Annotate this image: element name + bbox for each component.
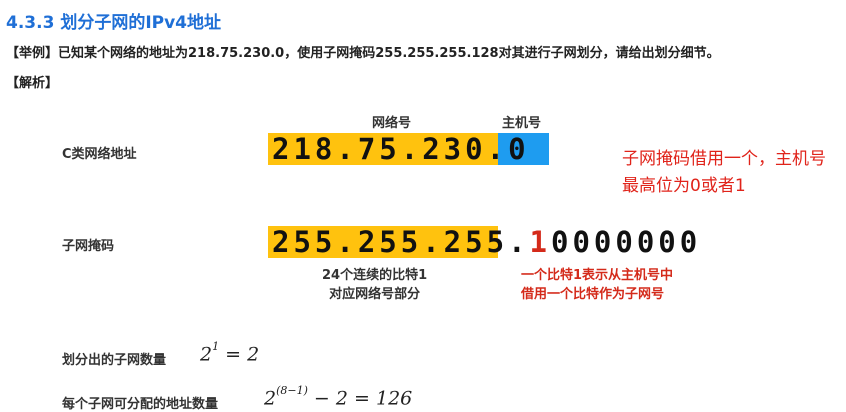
mask-dot: .: [508, 225, 530, 259]
network-bits-note: 24个连续的比特1 对应网络号部分: [322, 266, 427, 304]
subnet-mask-value: 255.255.255.10000000: [272, 225, 701, 259]
hosts-per-subnet-label: 每个子网可分配的地址数量: [62, 397, 219, 412]
subnet-count-formula: 21 = 2: [200, 340, 260, 366]
subnet-count-exponent: 1: [212, 340, 220, 353]
subnet-count-base: 2: [200, 343, 213, 366]
ip-host-part: .0: [486, 132, 530, 166]
borrowed-bit-note: 一个比特1表示从主机号中 借用一个比特作为子网号: [521, 266, 673, 304]
borrowed-bit-note-line1: 一个比特1表示从主机号中: [521, 268, 674, 283]
hosts-exponent: (8−1): [276, 384, 308, 397]
ip-network-part: 218.75.230: [272, 132, 487, 166]
class-c-address-label: C类网络地址: [62, 147, 137, 162]
subnet-mask-label: 子网掩码: [62, 239, 115, 254]
hosts-result: − 2 = 126: [307, 387, 413, 410]
subnet-count-label: 划分出的子网数量: [62, 353, 167, 368]
borrowed-bit-note-line2: 借用一个比特作为子网号: [521, 287, 665, 302]
ip-address: 218.75.230.0: [272, 132, 530, 166]
side-annotation: 子网掩码借用一个，主机号最高位为0或者1: [622, 149, 826, 196]
mask-borrowed-bit: 1: [529, 225, 551, 259]
network-bits-note-line2: 对应网络号部分: [329, 287, 421, 302]
example-text: 【举例】已知某个网络的地址为218.75.230.0，使用子网掩码255.255…: [6, 46, 720, 61]
hosts-base: 2: [264, 387, 277, 410]
host-id-header: 主机号: [502, 116, 542, 131]
network-id-header: 网络号: [372, 116, 412, 131]
subnet-count-result: = 2: [219, 343, 260, 366]
mask-network-part: 255.255.255: [272, 225, 509, 259]
network-bits-note-line1: 24个连续的比特1: [322, 268, 428, 283]
section-title: 4.3.3 划分子网的IPv4地址: [6, 13, 222, 33]
analysis-label: 【解析】: [6, 76, 59, 91]
mask-remaining-bits: 0000000: [551, 225, 702, 259]
hosts-per-subnet-formula: 2(8−1) − 2 = 126: [264, 384, 413, 410]
